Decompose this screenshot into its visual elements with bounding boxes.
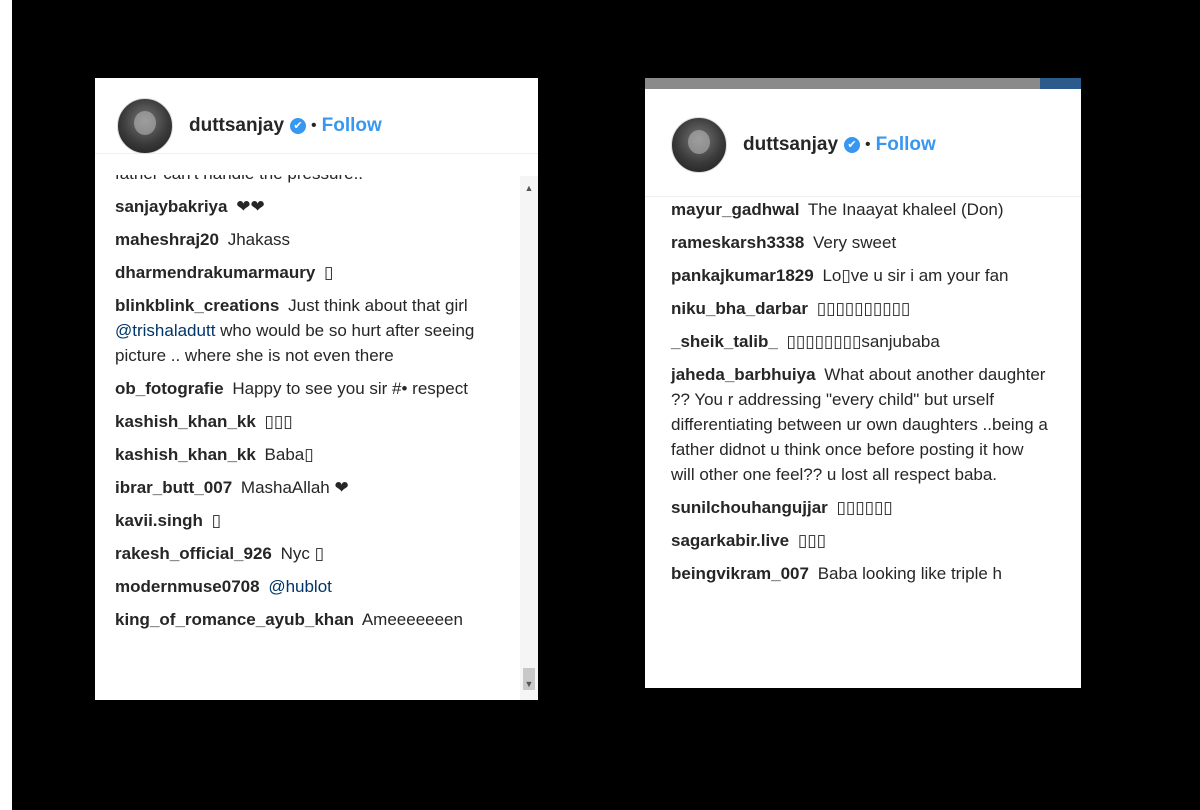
comment-username[interactable]: beingvikram_007 (671, 564, 809, 583)
top-bar-accent (1040, 78, 1081, 89)
comment-username[interactable]: kavii.singh (115, 511, 203, 530)
comment-username[interactable]: dharmendrakumarmaury (115, 263, 315, 282)
comment-text: Very sweet (813, 233, 897, 252)
comment-username[interactable]: kashish_khan_kk (115, 445, 256, 464)
comment-item: pankajkumar1829 Lo▯ve u sir i am your fa… (671, 263, 1051, 288)
page-edge (0, 0, 12, 810)
comment-username[interactable]: king_of_romance_ayub_khan (115, 610, 354, 629)
comment-item: jaheda_barbhuiya What about another daug… (671, 362, 1051, 487)
avatar[interactable] (671, 116, 727, 173)
comment-username[interactable]: pankajkumar1829 (671, 266, 814, 285)
comment-text: Just think about that girl (288, 296, 468, 315)
comment-text: ▯ (211, 511, 221, 530)
separator: • (865, 135, 871, 153)
comment-item: beingvikram_007 Baba looking like triple… (671, 561, 1051, 586)
comment-username[interactable]: ob_fotografie (115, 379, 224, 398)
comment-item: sanjaybakriya ❤❤ (115, 194, 520, 219)
comment-username[interactable]: maheshraj20 (115, 230, 219, 249)
comment-item: _sheik_talib_ ▯▯▯▯▯▯▯▯sanjubaba (671, 329, 1051, 354)
comment-username[interactable]: jaheda_barbhuiya (671, 365, 816, 384)
comment-item: king_of_romance_ayub_khan Ameeeeeeen (115, 607, 520, 632)
header-username[interactable]: duttsanjay (189, 115, 284, 137)
comment-username[interactable]: _sheik_talib_ (671, 332, 778, 351)
comment-username[interactable]: ibrar_butt_007 (115, 478, 232, 497)
comment-text: ▯▯▯ (264, 412, 293, 431)
separator: • (311, 116, 317, 134)
comments-panel-right: duttsanjay ✔ • Follow mayur_gadhwal The … (645, 78, 1081, 688)
comment-text: Ameeeeeeen (361, 610, 463, 629)
comment-username[interactable]: sanjaybakriya (115, 197, 227, 216)
comment-item: dharmendrakumarmaury ▯ (115, 260, 520, 285)
post-header: duttsanjay ✔ • Follow (645, 116, 1081, 173)
comment-item: sunilchouhangujjar ▯▯▯▯▯▯ (671, 495, 1051, 520)
verified-badge-icon: ✔ (290, 117, 307, 134)
comment-item: sagarkabir.live ▯▯▯ (671, 528, 1051, 553)
post-header: duttsanjay ✔ • Follow (95, 97, 538, 154)
comment-item: kavii.singh ▯ (115, 508, 520, 533)
comment-item: blinkblink_creations Just think about th… (115, 293, 520, 368)
comment-item: kashish_khan_kk Baba▯ (115, 442, 520, 467)
comment-text: ▯▯▯▯▯▯▯▯▯▯ (816, 299, 911, 318)
comment-text: Baba▯ (264, 445, 314, 464)
comment-username[interactable]: mayur_gadhwal (671, 200, 800, 219)
comment-item: father can't handle the pressure.. (115, 175, 520, 186)
scroll-up-arrow-icon[interactable]: ▲ (520, 180, 538, 196)
comment-username[interactable]: modernmuse0708 (115, 577, 260, 596)
comment-text: Jhakass (227, 230, 291, 249)
comment-text: Happy to see you sir #• respect (232, 379, 468, 398)
comment-item: ibrar_butt_007 MashaAllah ❤ (115, 475, 520, 500)
comment-username[interactable]: sagarkabir.live (671, 531, 789, 550)
follow-button[interactable]: Follow (876, 134, 936, 156)
follow-button[interactable]: Follow (322, 115, 382, 137)
comment-username[interactable]: rameskarsh3338 (671, 233, 804, 252)
comment-text: ▯▯▯▯▯▯ (836, 498, 893, 517)
header-username[interactable]: duttsanjay (743, 134, 838, 156)
verified-badge-icon: ✔ (844, 136, 861, 153)
comment-username[interactable]: niku_bha_darbar (671, 299, 808, 318)
comments-panel-left: duttsanjay ✔ • Follow father can't handl… (95, 78, 538, 700)
comment-text: The Inaayat khaleel (Don) (807, 200, 1004, 219)
comments-list[interactable]: father can't handle the pressure.. sanja… (95, 175, 520, 700)
comment-text: MashaAllah ❤ (240, 478, 349, 497)
comment-text: ▯▯▯ (797, 531, 826, 550)
comment-username[interactable]: sunilchouhangujjar (671, 498, 828, 517)
comment-text: Lo▯ve u sir i am your fan (822, 266, 1009, 285)
comment-item: kashish_khan_kk ▯▯▯ (115, 409, 520, 434)
comment-text: ❤❤ (236, 197, 265, 216)
comment-item: maheshraj20 Jhakass (115, 227, 520, 252)
avatar[interactable] (117, 97, 173, 154)
comment-username[interactable]: rakesh_official_926 (115, 544, 272, 563)
comment-item: niku_bha_darbar ▯▯▯▯▯▯▯▯▯▯ (671, 296, 1051, 321)
comment-mention-link[interactable]: @trishaladutt (115, 321, 215, 340)
comment-text: Nyc ▯ (280, 544, 324, 563)
comment-text: Baba looking like triple h (817, 564, 1002, 583)
comment-item: mayur_gadhwal The Inaayat khaleel (Don) (671, 197, 1051, 222)
comment-text: ▯▯▯▯▯▯▯▯sanjubaba (786, 332, 940, 351)
comments-list[interactable]: mayur_gadhwal The Inaayat khaleel (Don) … (645, 196, 1081, 688)
comment-mention-link[interactable]: @hublot (268, 577, 332, 596)
scroll-down-arrow-icon[interactable]: ▼ (520, 676, 538, 692)
browser-top-bar (645, 78, 1081, 89)
scrollbar[interactable]: ▲ ▼ (520, 176, 538, 700)
comment-item: ob_fotografie Happy to see you sir #• re… (115, 376, 520, 401)
comment-item: modernmuse0708 @hublot (115, 574, 520, 599)
comment-item: rameskarsh3338 Very sweet (671, 230, 1051, 255)
comment-item: rakesh_official_926 Nyc ▯ (115, 541, 520, 566)
comment-username[interactable]: blinkblink_creations (115, 296, 279, 315)
comment-text: father can't handle the pressure.. (115, 175, 363, 183)
comment-text: ▯ (324, 263, 334, 282)
comment-username[interactable]: kashish_khan_kk (115, 412, 256, 431)
